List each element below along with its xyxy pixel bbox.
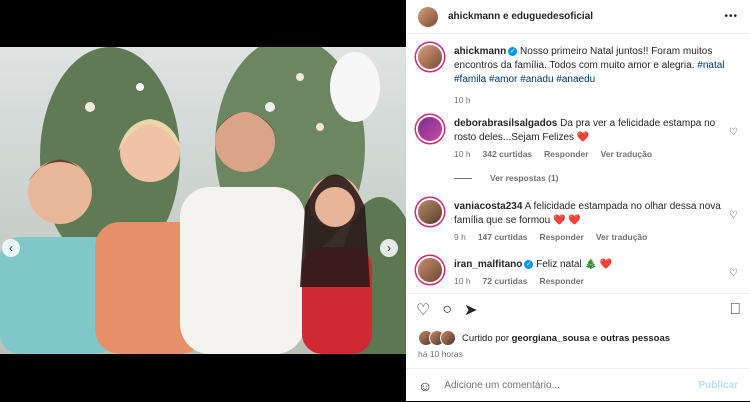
caption-username[interactable]: ahickmann — [454, 46, 506, 57]
comment-text-block: iran_malfitano ✓ Feliz natal 🎄 ❤️ — [454, 258, 722, 272]
comment-like-heart-icon[interactable]: ♡ — [729, 127, 738, 138]
comment-input[interactable] — [442, 379, 689, 392]
comment-emoji: ❤️ ❤️ — [552, 215, 581, 226]
view-replies[interactable]: Ver respostas (1) — [454, 173, 722, 183]
comment-meta: 10 h 72 curtidas Responder — [454, 276, 722, 286]
reply-button[interactable]: Responder — [539, 232, 583, 242]
comment-like-heart-icon[interactable]: ♡ — [729, 210, 738, 221]
view-replies-label[interactable]: Ver respostas (1) — [490, 173, 559, 183]
comment-emoji: 🎄 ❤️ — [584, 259, 613, 270]
author-avatar[interactable] — [418, 6, 438, 27]
comment-time: 10 h — [454, 276, 471, 286]
comment-username[interactable]: vaniacosta234 — [454, 201, 522, 212]
liked-by-others[interactable]: outras pessoas — [600, 333, 670, 344]
emoji-icon[interactable]: ☺ — [418, 378, 432, 394]
comment-meta: 9 h 147 curtidas Responder Ver tradução — [454, 232, 722, 242]
comment-text-block: deborabrasilsalgados Da pra ver a felici… — [454, 117, 722, 145]
add-comment-bar: ☺ Publicar — [406, 368, 750, 402]
family-photo-illustration — [0, 47, 406, 354]
divider — [406, 293, 750, 294]
more-options-icon[interactable]: ••• — [724, 11, 738, 22]
comment-likes[interactable]: 147 curtidas — [478, 232, 528, 242]
caption-time: 10 h — [454, 95, 471, 105]
chevron-right-icon: › — [387, 241, 391, 255]
bookmark-icon[interactable]: ⎕ — [730, 301, 740, 319]
comment-avatar[interactable] — [418, 200, 442, 224]
share-send-icon[interactable]: ➤ — [464, 300, 477, 320]
verified-badge-icon: ✓ — [508, 46, 518, 56]
post-time[interactable]: há 10 horas — [418, 349, 463, 359]
comment-text-block: vaniacosta234 A felicidade estampada no … — [454, 200, 722, 228]
liked-by-text: Curtido por georgiana_sousa e outras pes… — [462, 333, 670, 344]
carousel-next-button[interactable]: › — [380, 239, 398, 257]
comment-meta: 10 h 342 curtidas Responder Ver tradução — [454, 149, 722, 159]
reply-button[interactable]: Responder — [539, 276, 583, 286]
comment-item: deborabrasilsalgados Da pra ver a felici… — [418, 117, 738, 183]
caption: ahickmann ✓ Nosso primeiro Natal juntos!!… — [418, 45, 738, 105]
comment-avatar[interactable] — [418, 117, 442, 141]
translate-button[interactable]: Ver tradução — [596, 232, 648, 242]
comment-emoji: ❤️ — [576, 132, 590, 143]
liked-by-and: e — [592, 332, 598, 344]
comment-username[interactable]: iran_malfitano — [454, 259, 522, 270]
comment-text: Feliz natal — [536, 259, 582, 270]
comment-time: 9 h — [454, 232, 466, 242]
liked-by: Curtido por georgiana_sousa e outras pes… — [418, 330, 670, 346]
author-usernames[interactable]: ahickmann e eduguedesoficial — [448, 11, 724, 22]
comment-like-heart-icon[interactable]: ♡ — [729, 268, 738, 279]
verified-badge-icon: ✓ — [524, 259, 534, 269]
comment-likes[interactable]: 72 curtidas — [483, 276, 528, 286]
post-side-panel: ahickmann e eduguedesoficial ••• ahickma… — [406, 0, 750, 401]
comment-likes[interactable]: 342 curtidas — [483, 149, 533, 159]
caption-avatar[interactable] — [418, 45, 442, 69]
reply-button[interactable]: Responder — [544, 149, 588, 159]
comment-item: vaniacosta234 A felicidade estampada no … — [418, 200, 738, 242]
comment-bubble-icon[interactable]: ○ — [442, 301, 452, 319]
post-media: ‹ › — [0, 0, 406, 401]
caption-text-block: ahickmann ✓ Nosso primeiro Natal juntos!!… — [454, 45, 738, 87]
comment-item: iran_malfitano ✓ Feliz natal 🎄 ❤️ 10 h 72… — [418, 258, 738, 286]
publish-button[interactable]: Publicar — [699, 380, 738, 391]
like-heart-icon[interactable]: ♡ — [416, 300, 430, 320]
action-bar: ♡ ○ ➤ ⎕ — [416, 300, 740, 320]
translate-button[interactable]: Ver tradução — [601, 149, 653, 159]
post-photo[interactable]: ‹ › — [0, 47, 406, 354]
liker-avatar — [440, 330, 456, 346]
liker-avatars[interactable] — [418, 330, 456, 346]
comment-time: 10 h — [454, 149, 471, 159]
carousel-prev-button[interactable]: ‹ — [2, 239, 20, 257]
caption-meta: 10 h — [454, 95, 738, 105]
post-header: ahickmann e eduguedesoficial ••• — [406, 0, 750, 34]
liked-by-user[interactable]: georgiana_sousa — [512, 333, 590, 344]
liked-by-prefix: Curtido por — [462, 332, 509, 344]
chevron-left-icon: ‹ — [9, 241, 13, 255]
comment-avatar[interactable] — [418, 258, 442, 282]
comment-username[interactable]: deborabrasilsalgados — [454, 118, 557, 129]
replies-line — [454, 177, 472, 179]
